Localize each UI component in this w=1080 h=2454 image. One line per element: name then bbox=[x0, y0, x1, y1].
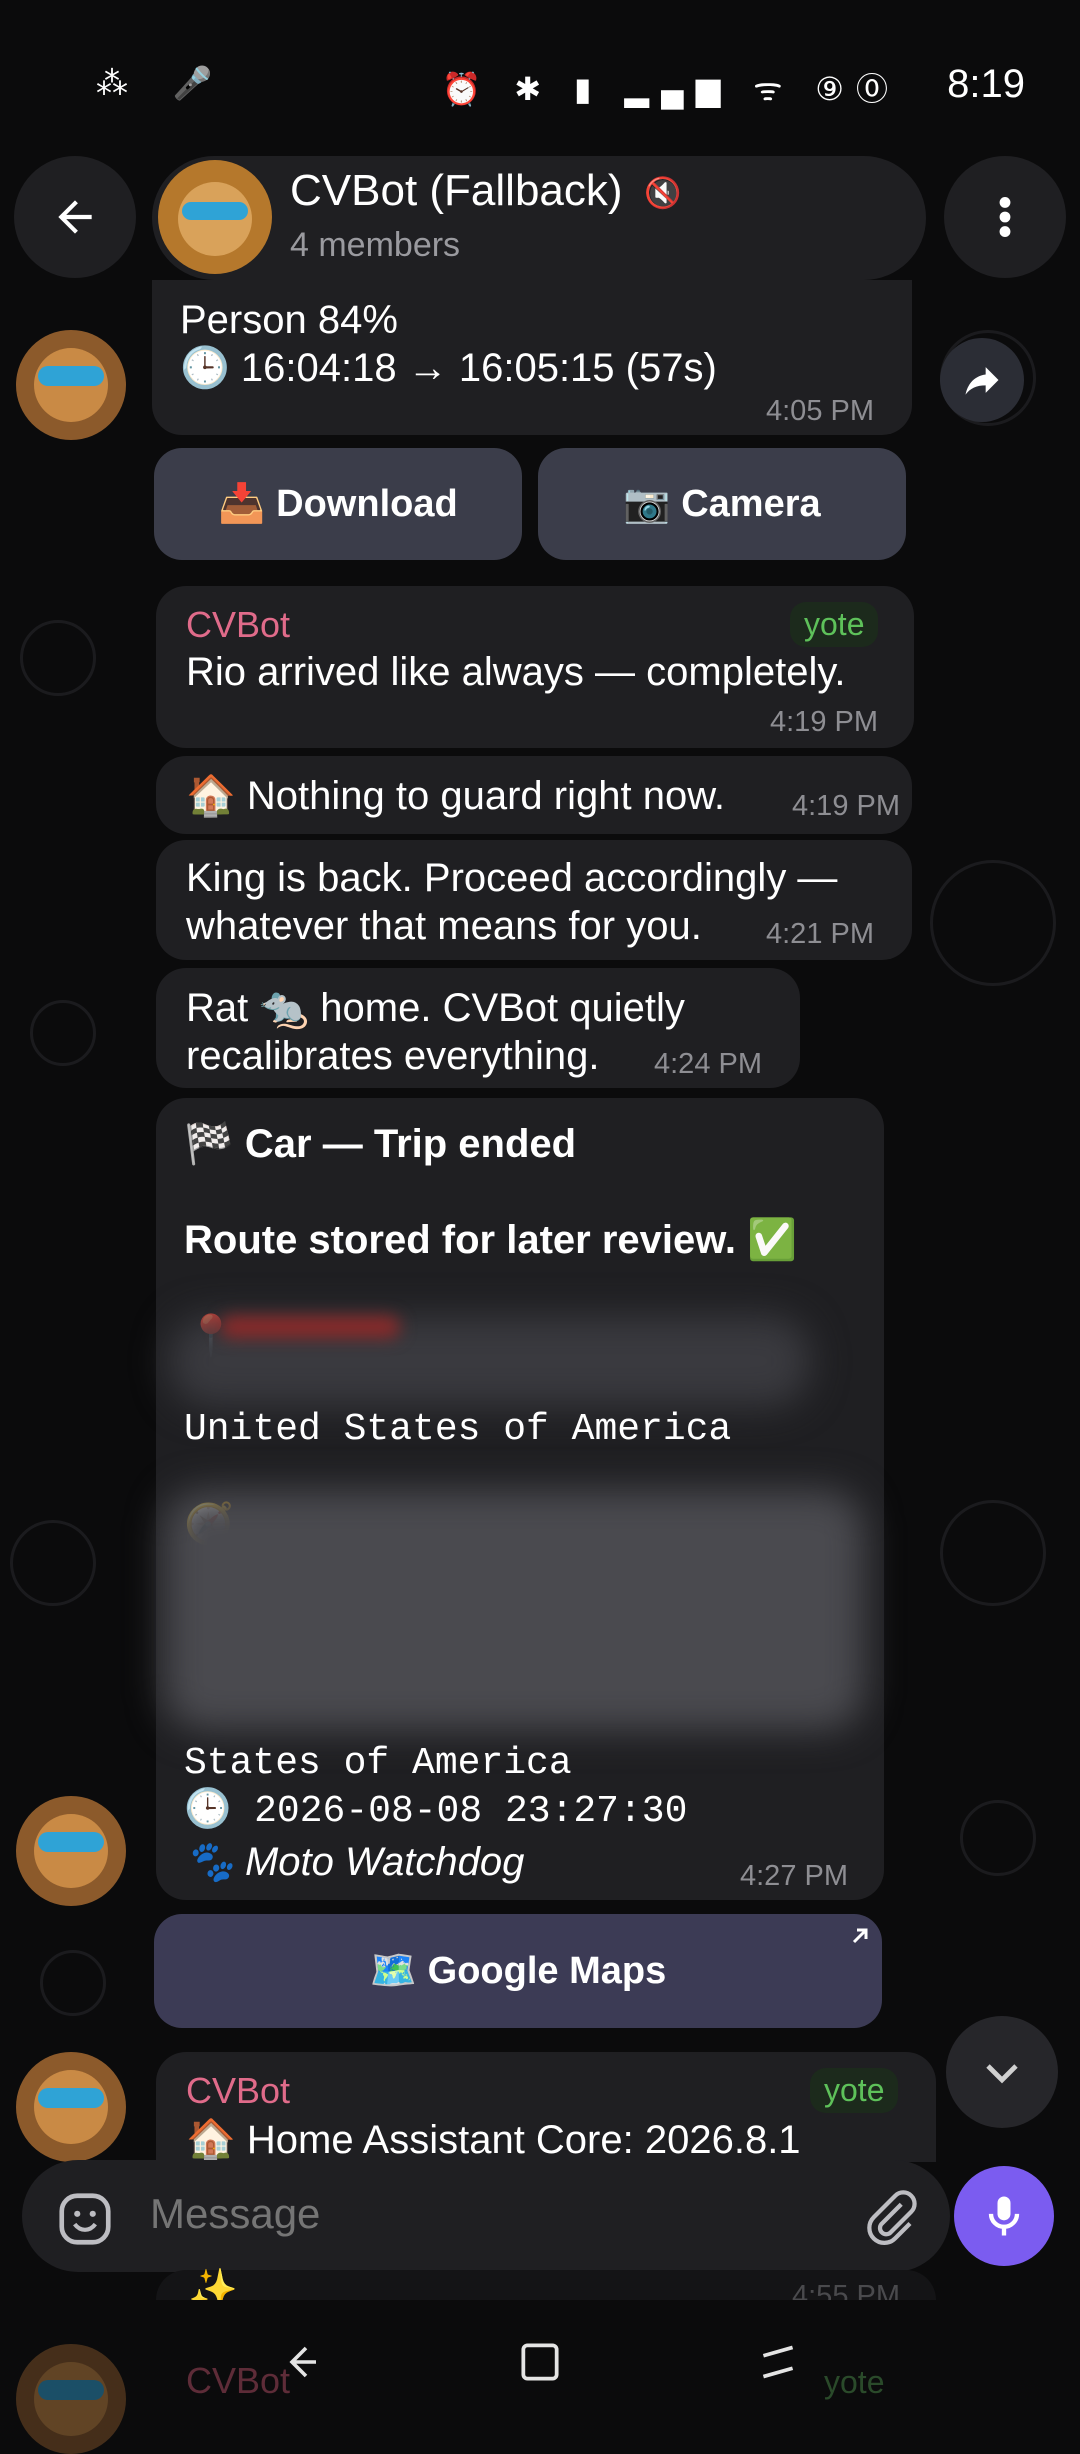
message-text: recalibrates everything. bbox=[186, 1034, 600, 1078]
nav-recents-button[interactable] bbox=[746, 2330, 810, 2394]
admin-badge: yote bbox=[790, 602, 879, 647]
redacted-route bbox=[164, 1490, 864, 1730]
message-text: 🏠 Nothing to guard right now. bbox=[186, 774, 726, 818]
footer-line: 🐾 Moto Watchdog bbox=[184, 1838, 524, 1886]
status-right-icons: ⏰ ✱ ▮ ▂▄▆ ᯤ ⑨⓪ bbox=[441, 71, 900, 107]
message-time: 4:05 PM bbox=[766, 395, 874, 427]
arrow-left-icon bbox=[58, 200, 92, 234]
message-time: 4:19 PM bbox=[770, 706, 878, 738]
message-input[interactable] bbox=[150, 2190, 830, 2238]
sticker-icon bbox=[59, 2193, 111, 2245]
redacted-address-highlight bbox=[220, 1316, 400, 1338]
microphone-icon bbox=[988, 2196, 1020, 2236]
message-text: Rio arrived like always — completely. bbox=[186, 650, 846, 694]
voice-record-button[interactable] bbox=[954, 2166, 1054, 2266]
sender-avatar[interactable] bbox=[16, 330, 126, 440]
nav-back-icon bbox=[289, 2346, 316, 2378]
external-link-icon bbox=[852, 1928, 868, 1944]
admin-badge: yote bbox=[810, 2068, 899, 2113]
nav-recents-icon bbox=[762, 2345, 794, 2379]
message-time: 4:19 PM bbox=[792, 790, 900, 822]
share-arrow-icon bbox=[965, 367, 999, 395]
more-vertical-icon bbox=[999, 197, 1011, 237]
country-text: United States of America bbox=[184, 1408, 732, 1451]
message-time: 4:24 PM bbox=[654, 1048, 762, 1080]
message-text: Rat 🐀 home. CVBot quietly bbox=[186, 986, 685, 1030]
message-text: whatever that means for you. bbox=[186, 904, 702, 948]
paw-icon: 🐾 bbox=[184, 1840, 234, 1884]
trip-title: 🏁 Car — Trip ended bbox=[184, 1122, 577, 1166]
country-text: States of America bbox=[184, 1742, 572, 1785]
trip-datetime: 🕒 2026-08-08 23:27:30 bbox=[184, 1790, 688, 1833]
sender-avatar[interactable] bbox=[16, 2052, 126, 2162]
sender-avatar[interactable] bbox=[16, 1796, 126, 1906]
paperclip-icon bbox=[867, 2190, 917, 2246]
attach-button[interactable] bbox=[852, 2180, 928, 2256]
sender-name: CVBot bbox=[186, 2070, 291, 2111]
nav-home-button[interactable] bbox=[508, 2330, 572, 2394]
nav-back-button[interactable] bbox=[268, 2330, 332, 2394]
message-text: Person 84% bbox=[180, 298, 398, 342]
status-bar: ⁂ 🎤 ⏰ ✱ ▮ ▂▄▆ ᯤ ⑨⓪ 8:19 bbox=[0, 0, 1080, 150]
member-count: 4 members bbox=[290, 226, 461, 264]
nav-home-icon bbox=[521, 2343, 559, 2381]
menu-button[interactable] bbox=[944, 156, 1066, 278]
message-time: 4:21 PM bbox=[766, 918, 874, 950]
chevron-down-icon bbox=[986, 2064, 1018, 2084]
status-left-icons: ⁂ 🎤 bbox=[96, 65, 231, 101]
sender-name: CVBot bbox=[186, 604, 291, 645]
status-time: 8:19 bbox=[947, 62, 1025, 106]
mute-icon: 🔇 bbox=[644, 177, 682, 210]
trip-subtitle: Route stored for later review. ✅ bbox=[184, 1218, 797, 1262]
admin-badge: yote bbox=[824, 2364, 885, 2400]
message-text: 🏠 Home Assistant Core: 2026.8.1 bbox=[186, 2118, 801, 2162]
message-time: 4:27 PM bbox=[740, 1860, 848, 1892]
group-avatar[interactable] bbox=[158, 160, 272, 274]
camera-button[interactable]: 📷 Camera bbox=[538, 448, 906, 560]
back-button[interactable] bbox=[14, 156, 136, 278]
sticker-button[interactable] bbox=[50, 2184, 120, 2254]
sender-avatar bbox=[16, 2344, 126, 2454]
message-text: King is back. Proceed accordingly — bbox=[186, 856, 838, 900]
footer-text: Moto Watchdog bbox=[244, 1840, 525, 1884]
message-text: 🕒 16:04:18 → 16:05:15 (57s) bbox=[180, 346, 717, 390]
google-maps-button[interactable]: 🗺️ Google Maps bbox=[154, 1914, 882, 2028]
scroll-down-button[interactable] bbox=[946, 2016, 1058, 2128]
forward-button[interactable] bbox=[940, 338, 1024, 422]
download-button[interactable]: 📥 Download bbox=[154, 448, 522, 560]
chat-title: CVBot (Fallback) bbox=[290, 166, 623, 215]
